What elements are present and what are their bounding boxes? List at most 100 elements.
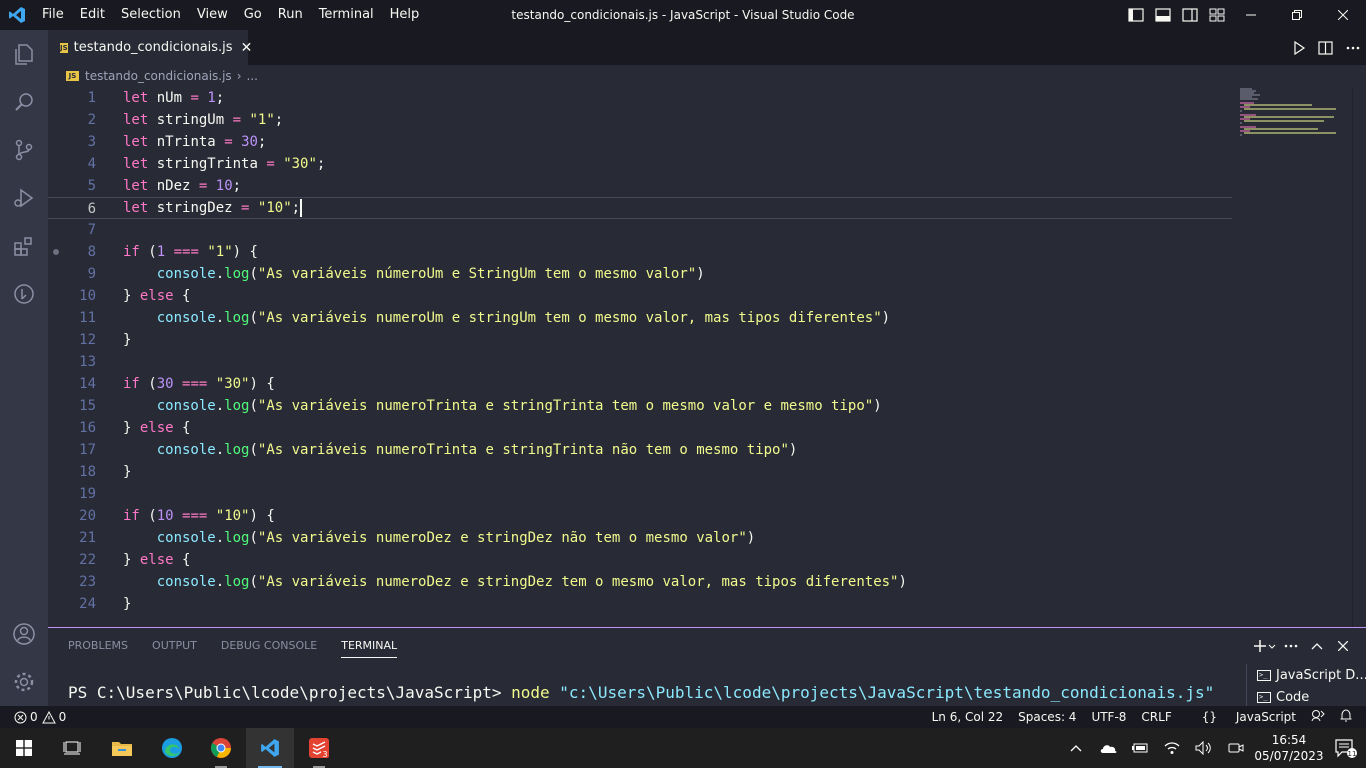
run-debug-icon[interactable] [0, 174, 48, 222]
tab-debug-console[interactable]: DEBUG CONSOLE [221, 628, 317, 664]
windows-start-icon[interactable] [0, 728, 48, 768]
customize-layout-icon[interactable] [1203, 0, 1230, 30]
identifier: console [156, 442, 216, 458]
edge-browser-icon[interactable] [148, 728, 196, 768]
breadcrumb-more[interactable]: ... [247, 69, 258, 83]
toggle-panel-icon[interactable] [1149, 0, 1176, 30]
keyword: let [123, 200, 149, 216]
menu-view[interactable]: View [189, 0, 236, 30]
maximize-panel-icon[interactable] [1304, 628, 1330, 664]
layout-controls [1122, 0, 1230, 30]
todoist-icon[interactable]: 3 [295, 728, 343, 768]
indentation[interactable]: Spaces: 4 [1018, 710, 1076, 724]
breadcrumb: JS testando_condicionais.js › ... [48, 65, 1366, 87]
menu-go[interactable]: Go [236, 0, 270, 30]
close-window-icon[interactable] [1320, 0, 1366, 30]
menu-terminal[interactable]: Terminal [311, 0, 382, 30]
split-editor-icon[interactable] [1312, 30, 1339, 65]
identifier: console [156, 530, 216, 546]
title-bar: File Edit Selection View Go Run Terminal… [0, 0, 1366, 30]
vertical-scrollbar[interactable] [1352, 87, 1366, 627]
window-controls [1228, 0, 1366, 30]
search-icon[interactable] [0, 78, 48, 126]
battery-icon[interactable] [1124, 728, 1156, 768]
tab-close-icon[interactable]: ✕ [241, 40, 253, 56]
string-literal: "As variáveis numeroTrinta e stringTrint… [257, 442, 789, 458]
close-panel-icon[interactable] [1330, 628, 1356, 664]
show-hidden-icons-icon[interactable] [1060, 728, 1092, 768]
minimize-icon[interactable] [1228, 0, 1274, 30]
terminal-item-code[interactable]: >_ Code [1257, 686, 1309, 708]
tab-problems[interactable]: PROBLEMS [68, 628, 128, 664]
problems-status[interactable]: 0 0 [14, 706, 66, 728]
action-center-icon[interactable]: 11 [1326, 728, 1366, 768]
feedback-icon[interactable] [1311, 709, 1325, 725]
line-number: 10 [79, 288, 96, 304]
task-view-icon[interactable] [48, 728, 96, 768]
line-number: 5 [87, 178, 96, 194]
panel-more-icon[interactable] [1278, 628, 1304, 664]
warning-count: 0 [58, 710, 67, 724]
file-explorer-icon[interactable] [98, 728, 146, 768]
vscode-taskbar-icon[interactable] [246, 728, 294, 768]
terminal-item-javascript-debug[interactable]: >_ JavaScript D... [1257, 664, 1366, 686]
terminal-output[interactable]: PS C:\Users\Public\lcode\projects\JavaSc… [68, 683, 1214, 703]
line-number: 11 [79, 310, 96, 326]
manage-gear-icon[interactable] [0, 658, 48, 706]
code-line: 12 } [48, 329, 1232, 351]
remote-explorer-icon[interactable] [0, 270, 48, 318]
language-mode[interactable]: {} JavaScript [1187, 710, 1296, 724]
clock[interactable]: 16:54 05/07/2023 [1252, 732, 1326, 764]
editor-tabs: JS testando_condicionais.js ✕ [48, 30, 1366, 65]
bottom-panel: PROBLEMS OUTPUT DEBUG CONSOLE TERMINAL P… [48, 627, 1366, 708]
keyword: let [123, 134, 149, 150]
terminal-argument: "c:\Users\Public\lcode\projects\JavaScri… [559, 683, 1215, 702]
volume-icon[interactable] [1188, 728, 1220, 768]
notifications-bell-icon[interactable] [1340, 709, 1352, 725]
end-of-line[interactable]: CRLF [1141, 710, 1171, 724]
line-number: 12 [79, 332, 96, 348]
chrome-browser-icon[interactable] [197, 728, 245, 768]
panel-tabs: PROBLEMS OUTPUT DEBUG CONSOLE TERMINAL [68, 628, 421, 664]
line-number: 3 [87, 134, 96, 150]
source-control-icon[interactable] [0, 126, 48, 174]
breadcrumb-file[interactable]: testando_condicionais.js [85, 69, 232, 83]
terminal-icon: >_ [1257, 669, 1271, 681]
tab-terminal[interactable]: TERMINAL [341, 628, 397, 664]
line-number: 22 [79, 552, 96, 568]
menu-run[interactable]: Run [270, 0, 311, 30]
encoding[interactable]: UTF-8 [1091, 710, 1126, 724]
code-editor[interactable]: 1 let nUm = 1; 2 let stringUm = "1"; 3 l… [48, 87, 1366, 627]
menu-file[interactable]: File [34, 0, 72, 30]
explorer-icon[interactable] [0, 30, 48, 78]
extensions-icon[interactable] [0, 222, 48, 270]
code-line: 3 let nTrinta = 30; [48, 131, 1232, 153]
code-line: 17 console.log("As variáveis numeroTrint… [48, 439, 1232, 461]
onedrive-cloud-icon[interactable] [1092, 728, 1124, 768]
run-file-icon[interactable] [1285, 30, 1312, 65]
menu-selection[interactable]: Selection [113, 0, 189, 30]
wifi-icon[interactable] [1156, 728, 1188, 768]
panel-actions [1252, 628, 1356, 664]
function-call: log [224, 266, 250, 282]
minimap[interactable] [1238, 87, 1338, 147]
new-terminal-icon[interactable] [1252, 628, 1278, 664]
breadcrumb-separator: › [236, 69, 242, 83]
number-literal: 1 [156, 244, 166, 260]
toggle-secondary-sidebar-icon[interactable] [1176, 0, 1203, 30]
number-literal: 1 [207, 90, 216, 106]
toggle-primary-sidebar-icon[interactable] [1122, 0, 1149, 30]
tab-testando-condicionais[interactable]: JS testando_condicionais.js ✕ [48, 30, 252, 65]
accounts-icon[interactable] [0, 610, 48, 658]
restore-icon[interactable] [1274, 0, 1320, 30]
menu-help[interactable]: Help [382, 0, 428, 30]
line-number: 7 [87, 222, 96, 238]
tab-output[interactable]: OUTPUT [152, 628, 197, 664]
menu-edit[interactable]: Edit [72, 0, 113, 30]
current-line: 6 let stringDez = "10"; [48, 197, 1232, 219]
meet-now-icon[interactable] [1220, 728, 1252, 768]
cursor-position[interactable]: Ln 6, Col 22 [932, 710, 1004, 724]
windows-taskbar: 3 16:54 05/07/2023 11 [0, 728, 1366, 768]
line-number: 14 [79, 376, 96, 392]
more-actions-icon[interactable] [1339, 30, 1366, 65]
